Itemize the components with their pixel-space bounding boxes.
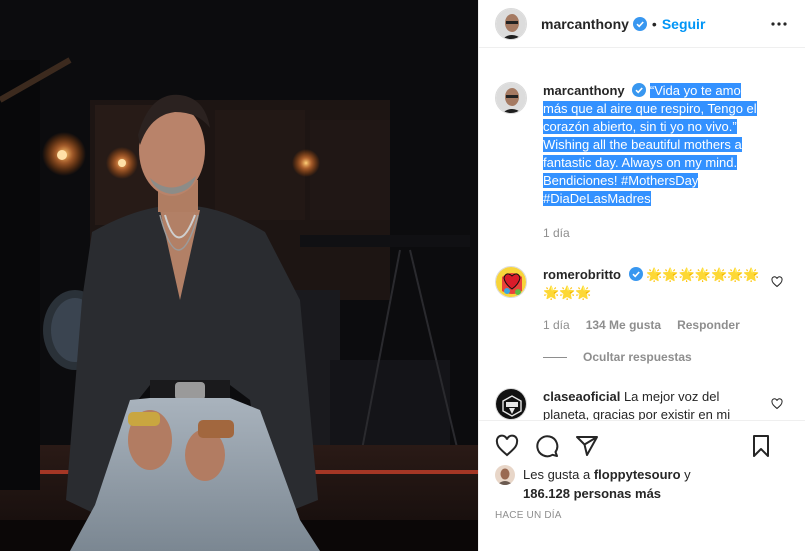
concert-photo [0,0,478,551]
commenter-avatar[interactable] [495,388,527,420]
likes-and: y [684,467,691,482]
comment-heart-icon[interactable] [771,398,783,410]
comment-body: romerobritto 🌟🌟🌟🌟🌟🌟🌟🌟🌟🌟 1 día 134 Me gus… [543,266,763,334]
caption-time[interactable]: 1 día [543,224,570,242]
comment-heart-icon[interactable] [771,276,783,288]
comment-author[interactable]: claseaoficial [543,389,620,404]
comment-icon[interactable] [535,434,559,458]
caption-row: marcanthony “Vida yo te amo más que al a… [479,82,805,242]
replies-divider [543,356,567,358]
liker-avatar[interactable] [495,465,515,485]
caption-author[interactable]: marcanthony [543,83,625,98]
avatar-image [496,83,526,113]
comments-list[interactable]: marcanthony “Vida yo te amo más que al a… [479,68,805,420]
more-options-icon[interactable] [771,16,787,32]
likes-prefix: Les gusta a [523,467,591,482]
bookmark-icon[interactable] [749,434,773,458]
comment-row: romerobritto 🌟🌟🌟🌟🌟🌟🌟🌟🌟🌟 1 día 134 Me gus… [479,266,805,334]
avatar-image [496,8,526,39]
liker-username[interactable]: floppytesouro [594,467,681,482]
avatar-image [496,267,526,297]
share-icon[interactable] [575,434,599,458]
post-timestamp[interactable]: HACE UN DÍA [495,510,562,521]
heart-icon[interactable] [495,434,519,458]
instagram-post-modal: marcanthony • Seguir marcanthony “Vida y… [0,0,805,551]
commenter-avatar[interactable] [495,266,527,298]
comment-author[interactable]: romerobritto [543,267,621,282]
follow-button[interactable]: Seguir [662,16,706,32]
likes-summary: Les gusta a floppytesouro y 186.128 pers… [495,465,789,503]
separator-dot: • [651,15,657,32]
comment-likes[interactable]: 134 Me gusta [586,316,661,334]
avatar-image [496,389,526,419]
author-avatar[interactable] [495,7,527,40]
post-header: marcanthony • Seguir [479,0,805,48]
caption-avatar[interactable] [495,82,527,114]
verified-icon [628,267,643,281]
comment-body: claseaoficial La mejor voz del planeta, … [543,388,763,420]
likes-text: Les gusta a floppytesouro y 186.128 pers… [523,465,691,503]
author-username[interactable]: marcanthony [541,16,629,32]
reply-button[interactable]: Responder [677,316,740,334]
action-bar [479,420,805,470]
comment-time[interactable]: 1 día [543,316,570,334]
post-side-panel: marcanthony • Seguir marcanthony “Vida y… [478,0,805,551]
hide-replies[interactable]: Ocultar respuestas [543,350,805,364]
verified-icon [632,83,647,97]
caption-meta: 1 día [543,224,763,242]
caption-body: marcanthony “Vida yo te amo más que al a… [543,82,763,242]
comment-meta: 1 día 134 Me gusta Responder [543,316,763,334]
avatar-image [495,465,515,485]
verified-icon [632,16,647,31]
comment-row: claseaoficial La mejor voz del planeta, … [479,388,805,420]
hide-replies-label[interactable]: Ocultar respuestas [583,350,692,364]
caption-text: “Vida yo te amo más que al aire que resp… [543,83,757,206]
post-photo[interactable] [0,0,478,551]
likes-count[interactable]: 186.128 personas más [523,486,661,501]
